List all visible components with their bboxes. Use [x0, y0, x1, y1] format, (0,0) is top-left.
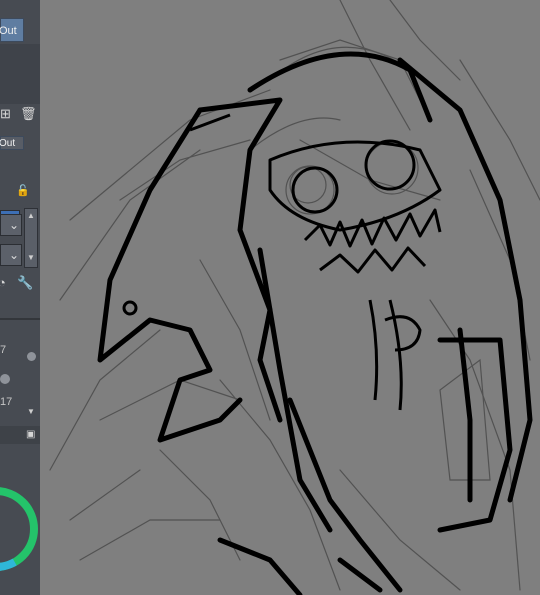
out-button[interactable]: Out — [0, 18, 24, 42]
wrench-icon[interactable]: 🔧 — [17, 276, 33, 290]
out-button-small[interactable]: Out — [0, 136, 24, 150]
zombie-illustration — [49, 0, 540, 595]
panel-divider — [0, 44, 40, 104]
drawing-canvas[interactable] — [40, 0, 540, 595]
new-layer-icon[interactable]: ⊞ — [0, 107, 11, 121]
scroll-down-icon[interactable]: ▼ — [25, 252, 37, 264]
blend-mode-dropdown[interactable]: ⌄ — [0, 214, 22, 236]
brush-scroll-down-icon[interactable]: ▼ — [25, 406, 37, 418]
brush-size-17[interactable]: 17 — [0, 396, 12, 408]
panel-menu-icon[interactable]: ▣ — [26, 428, 35, 442]
opacity-dropdown[interactable]: ⌄ — [0, 244, 22, 266]
color-wheel[interactable] — [0, 444, 40, 595]
lock-icon[interactable]: 🔓 — [16, 184, 30, 198]
scroll-up-icon[interactable]: ▲ — [25, 210, 37, 222]
brush-size-dot-large[interactable] — [0, 374, 10, 384]
trash-icon[interactable]: 🗑 — [20, 107, 37, 121]
panel-divider-2 — [0, 318, 40, 320]
clock-icon[interactable]: ◔ — [0, 276, 6, 290]
brush-size-7[interactable]: 7 — [0, 344, 6, 356]
brush-size-dot[interactable] — [27, 352, 36, 361]
left-panel: Out ⊞ 🗑 Out 🔓 ⌄ ⌄ ▲ ▼ ◔ 🔧 7 17 ▼ ▣ — [0, 0, 40, 595]
